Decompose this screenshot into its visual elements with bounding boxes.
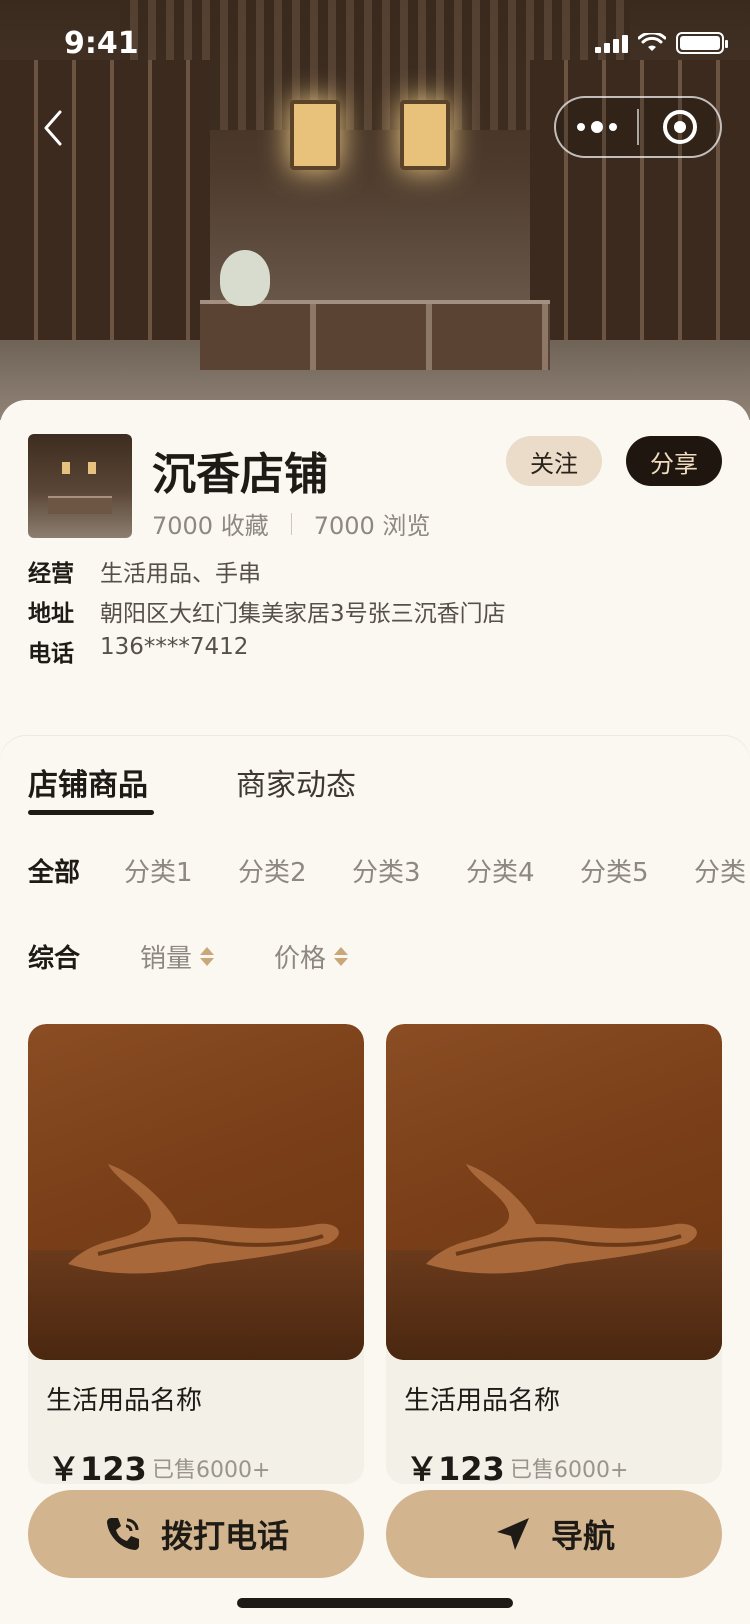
sort-price-label: 价格 xyxy=(274,944,327,974)
product-sold-count: 已售6000+ xyxy=(510,1458,629,1483)
chevron-left-icon xyxy=(44,110,62,146)
navigation-button-label: 导航 xyxy=(550,1517,615,1555)
views-count: 7000 浏览 xyxy=(313,512,431,540)
phone-icon xyxy=(106,1518,139,1550)
category-5[interactable]: 分类5 xyxy=(580,852,649,889)
shop-name: 沉香店铺 xyxy=(152,449,328,500)
sort-arrows-icon xyxy=(334,947,349,966)
category-1[interactable]: 分类1 xyxy=(124,852,193,889)
product-card[interactable]: 生活用品名称 ￥123 已售6000+ xyxy=(28,1024,364,1484)
address-label: 地址 xyxy=(28,601,74,627)
signal-icon xyxy=(595,33,628,53)
tab-merchant-updates[interactable]: 商家动态 xyxy=(236,760,356,804)
product-image xyxy=(386,1024,722,1360)
shop-avatar xyxy=(28,434,132,538)
product-image xyxy=(28,1024,364,1360)
sort-arrows-icon xyxy=(200,947,215,966)
status-icons xyxy=(595,32,728,54)
phone-label: 电话 xyxy=(28,641,74,667)
business-row: 经营 生活用品、手串 xyxy=(28,554,261,588)
active-tab-indicator xyxy=(28,810,154,815)
category-4[interactable]: 分类4 xyxy=(466,852,535,889)
category-6[interactable]: 分类 xyxy=(694,852,746,889)
miniprogram-capsule xyxy=(554,96,722,158)
call-button[interactable]: 拨打电话 xyxy=(28,1490,364,1578)
call-button-label: 拨打电话 xyxy=(160,1517,289,1555)
shop-stats: 7000 收藏 7000 浏览 xyxy=(152,506,430,541)
product-title: 生活用品名称 xyxy=(404,1386,561,1416)
category-2[interactable]: 分类2 xyxy=(238,852,307,889)
product-price: ￥123 xyxy=(406,1450,505,1484)
address-value: 朝阳区大红门集美家居3号张三沉香门店 xyxy=(100,601,506,627)
back-button[interactable] xyxy=(40,108,80,152)
phone-row[interactable]: 电话 136****7412 xyxy=(28,634,248,668)
sort-sales-label: 销量 xyxy=(140,944,193,974)
product-title: 生活用品名称 xyxy=(46,1386,203,1416)
product-price: ￥123 xyxy=(48,1450,147,1484)
product-sold-count: 已售6000+ xyxy=(152,1458,271,1483)
category-3[interactable]: 分类3 xyxy=(352,852,421,889)
tab-store-products[interactable]: 店铺商品 xyxy=(28,760,148,804)
wifi-icon xyxy=(638,33,666,51)
shop-hero-image xyxy=(0,0,750,420)
sort-sales[interactable]: 销量 xyxy=(140,938,215,975)
shop-info-card: 沉香店铺 7000 收藏 7000 浏览 关注 分享 经营 生活用品、手串 地址… xyxy=(0,400,750,720)
status-time: 9:41 xyxy=(64,26,139,61)
close-miniprogram-button[interactable] xyxy=(639,110,720,144)
more-dots-icon xyxy=(576,123,585,131)
more-button[interactable] xyxy=(556,121,637,133)
home-indicator xyxy=(237,1598,513,1608)
business-value: 生活用品、手串 xyxy=(100,561,261,587)
sort-comprehensive[interactable]: 综合 xyxy=(28,938,80,975)
follow-button[interactable]: 关注 xyxy=(506,436,602,486)
sort-price[interactable]: 价格 xyxy=(274,938,349,975)
target-icon xyxy=(662,110,697,144)
navigation-arrow-icon xyxy=(496,1518,529,1550)
phone-value: 136****7412 xyxy=(100,634,249,660)
shop-page: 9:41 沉香店铺 7000 收藏 7000 浏览 关注 分享 经营 生活用品、… xyxy=(0,0,750,1624)
category-all[interactable]: 全部 xyxy=(28,852,80,889)
business-label: 经营 xyxy=(28,561,74,587)
address-row[interactable]: 地址 朝阳区大红门集美家居3号张三沉香门店 xyxy=(28,594,506,628)
sort-comprehensive-label: 综合 xyxy=(28,944,81,974)
share-button[interactable]: 分享 xyxy=(626,436,722,486)
product-card[interactable]: 生活用品名称 ￥123 已售6000+ xyxy=(386,1024,722,1484)
battery-icon xyxy=(676,32,728,54)
favorites-count: 7000 收藏 xyxy=(152,512,269,540)
navigation-button[interactable]: 导航 xyxy=(386,1490,722,1578)
